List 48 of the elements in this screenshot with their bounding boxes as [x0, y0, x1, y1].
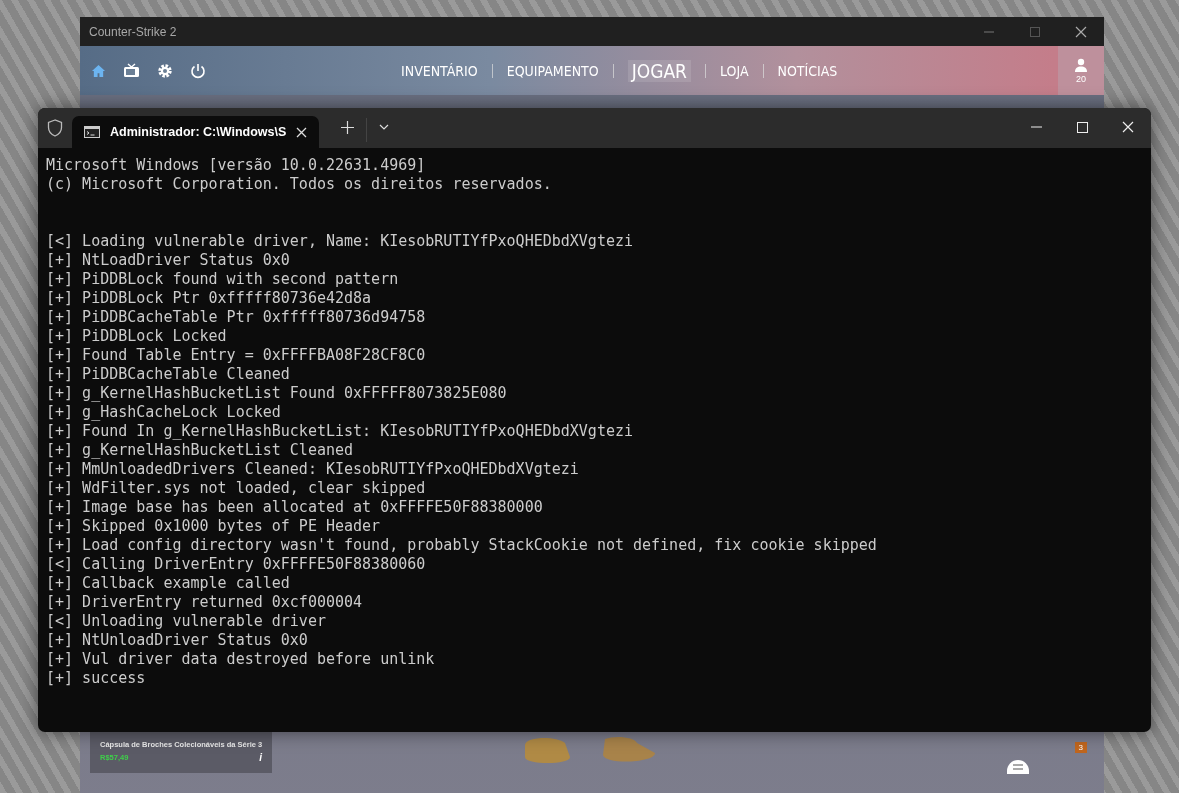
console-line: [+] Found In g_KernelHashBucketList: KIesobRUTIYfPxoQHEDbdXVgtezi	[46, 422, 634, 441]
console-line: [+] MmUnloadedDrivers Cleaned: KIesobRUTIYfPxoQHEDbdXVgtezi	[46, 460, 580, 479]
console-line: [+] Vul driver data destroyed before unlink	[46, 650, 436, 669]
dropdown-icon[interactable]	[379, 124, 390, 130]
console-line: [<] Calling DriverEntry 0xFFFFE50F88380060	[46, 555, 427, 574]
settings-icon[interactable]	[157, 62, 173, 79]
console-line: [+] PiDDBCacheTable Cleaned	[46, 365, 291, 384]
close-tab-icon[interactable]	[296, 126, 308, 138]
console-line: [+] Skipped 0x1000 bytes of PE Header	[46, 517, 382, 536]
console-line: Microsoft Windows [versão 10.0.22631.4969]	[46, 156, 427, 175]
console-line: [+] WdFilter.sys not loaded, clear skipped	[46, 479, 427, 498]
terminal-tab[interactable]: Administrador: C:\Windows\S	[72, 116, 320, 148]
console-line: [+] PiDDBLock Ptr 0xfffff80736e42d8a	[46, 289, 373, 308]
nav-tab[interactable]: JOGAR	[627, 59, 691, 82]
nav-tab[interactable]: INVENTÁRIO	[401, 62, 478, 79]
shield-icon	[47, 119, 63, 137]
console-line: [+] Found Table Entry = 0xFFFFBA08F28CF8C0	[46, 346, 427, 365]
console-line: (c) Microsoft Corporation. Todos os direitos reservados.	[46, 175, 553, 194]
console-line: [+] NtLoadDriver Status 0x0	[46, 251, 291, 270]
console-line: [+] g_KernelHashBucketList Found 0xFFFFF8073825E080	[46, 384, 508, 403]
friends-count: 20	[1076, 73, 1086, 84]
close-icon[interactable]	[1075, 25, 1087, 38]
console-line: [<] Loading vulnerable driver, Name: KIesobRUTIYfPxoQHEDbdXVgtezi	[46, 232, 634, 251]
console-line: [<] Unloading vulnerable driver	[46, 612, 327, 631]
tab-title: Administrador: C:\Windows\S	[110, 125, 287, 139]
console-line: [+] success	[46, 669, 147, 688]
sliders-icon[interactable]	[1007, 760, 1029, 774]
console-line: [+] PiDDBCacheTable Ptr 0xfffff80736d94758	[46, 308, 427, 327]
tv-icon[interactable]	[123, 63, 140, 78]
command-prompt-icon	[84, 126, 100, 138]
window-title: Counter-Strike 2	[89, 24, 177, 39]
info-icon[interactable]: i	[259, 751, 262, 763]
console-line: [+] PiDDBLock found with second pattern	[46, 270, 400, 289]
notification-badge: 3	[1074, 742, 1087, 753]
nav-tab[interactable]: EQUIPAMENTO	[506, 62, 599, 79]
console-line: [+] PiDDBLock Locked	[46, 327, 228, 346]
console-line: [+] Image base has been allocated at 0xFFFFE50F88380000	[46, 498, 544, 517]
console-line: [+] Callback example called	[46, 574, 291, 593]
console-line: [+] g_KernelHashBucketList Cleaned	[46, 441, 355, 460]
nav-tab[interactable]: LOJA	[720, 62, 749, 79]
console-line: [+] DriverEntry returned 0xcf000004	[46, 593, 364, 612]
power-icon[interactable]	[190, 62, 206, 79]
console-line: [+] NtUnloadDriver Status 0x0	[46, 631, 309, 650]
new-tab-icon[interactable]	[341, 121, 355, 134]
console-line: [+] g_HashCacheLock Locked	[46, 403, 282, 422]
user-icon[interactable]	[1074, 57, 1088, 72]
console-line: [+] Load config directory wasn't found, probably StackCookie not defined, fix cookie skipped	[46, 536, 878, 555]
nav-tab[interactable]: NOTÍCIAS	[777, 62, 838, 79]
